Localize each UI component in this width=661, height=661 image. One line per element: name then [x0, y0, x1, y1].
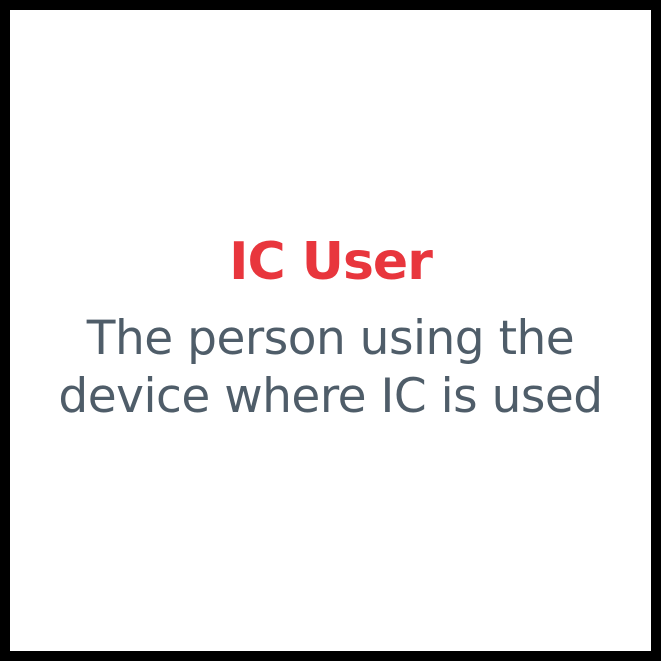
card-title: IC User: [229, 232, 433, 292]
card-description: The person using the device where IC is …: [10, 310, 651, 426]
definition-card: IC User The person using the device wher…: [10, 10, 651, 651]
description-line-1: The person using the: [86, 311, 575, 366]
description-line-2: device where IC is used: [58, 369, 603, 424]
